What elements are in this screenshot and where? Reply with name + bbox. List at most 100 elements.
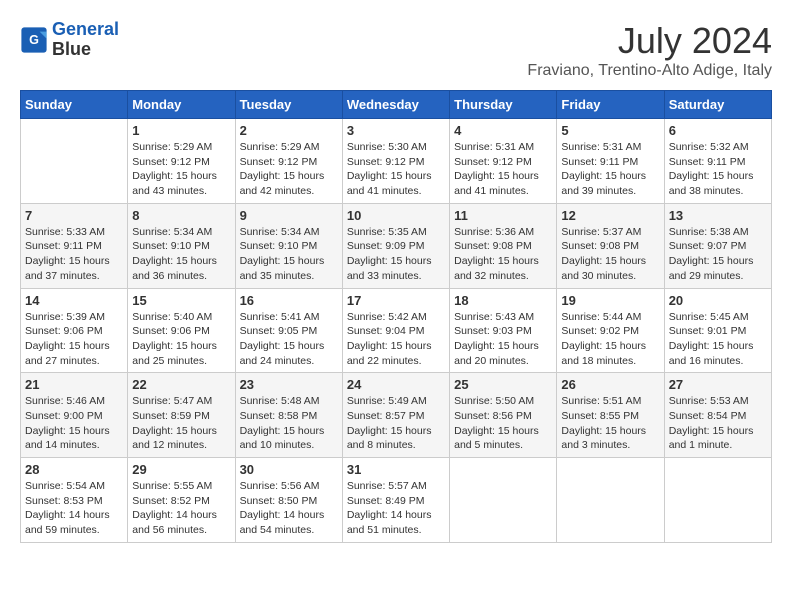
day-info: Sunrise: 5:56 AM Sunset: 8:50 PM Dayligh… xyxy=(240,479,338,538)
day-number: 27 xyxy=(669,377,767,392)
day-number: 3 xyxy=(347,123,445,138)
calendar-cell: 11 Sunrise: 5:36 AM Sunset: 9:08 PM Dayli… xyxy=(450,203,557,288)
calendar-cell: 30 Sunrise: 5:56 AM Sunset: 8:50 PM Dayli… xyxy=(235,458,342,543)
day-number: 1 xyxy=(132,123,230,138)
calendar-cell xyxy=(450,458,557,543)
day-number: 18 xyxy=(454,293,552,308)
weekday-header: Thursday xyxy=(450,91,557,119)
day-info: Sunrise: 5:42 AM Sunset: 9:04 PM Dayligh… xyxy=(347,310,445,369)
calendar-cell: 28Sunrise: 5:54 AM Sunset: 8:53 PM Dayli… xyxy=(21,458,128,543)
day-number: 17 xyxy=(347,293,445,308)
calendar-cell: 5 Sunrise: 5:31 AM Sunset: 9:11 PM Daylig… xyxy=(557,119,664,204)
day-info: Sunrise: 5:47 AM Sunset: 8:59 PM Dayligh… xyxy=(132,394,230,453)
day-info: Sunrise: 5:48 AM Sunset: 8:58 PM Dayligh… xyxy=(240,394,338,453)
page-header: G General Blue July 2024 Fraviano, Trent… xyxy=(20,20,772,80)
weekday-header: Friday xyxy=(557,91,664,119)
day-info: Sunrise: 5:55 AM Sunset: 8:52 PM Dayligh… xyxy=(132,479,230,538)
day-number: 23 xyxy=(240,377,338,392)
calendar-week-row: 1 Sunrise: 5:29 AM Sunset: 9:12 PM Daylig… xyxy=(21,119,772,204)
weekday-header: Tuesday xyxy=(235,91,342,119)
day-info: Sunrise: 5:46 AM Sunset: 9:00 PM Dayligh… xyxy=(25,394,123,453)
day-info: Sunrise: 5:40 AM Sunset: 9:06 PM Dayligh… xyxy=(132,310,230,369)
calendar-cell: 17 Sunrise: 5:42 AM Sunset: 9:04 PM Dayli… xyxy=(342,288,449,373)
day-number: 4 xyxy=(454,123,552,138)
calendar-cell: 31Sunrise: 5:57 AM Sunset: 8:49 PM Dayli… xyxy=(342,458,449,543)
weekday-header: Saturday xyxy=(664,91,771,119)
day-number: 26 xyxy=(561,377,659,392)
calendar-cell: 13Sunrise: 5:38 AM Sunset: 9:07 PM Dayli… xyxy=(664,203,771,288)
day-info: Sunrise: 5:34 AM Sunset: 9:10 PM Dayligh… xyxy=(240,225,338,284)
day-number: 20 xyxy=(669,293,767,308)
calendar-cell: 29 Sunrise: 5:55 AM Sunset: 8:52 PM Dayli… xyxy=(128,458,235,543)
day-number: 6 xyxy=(669,123,767,138)
calendar-cell: 6 Sunrise: 5:32 AM Sunset: 9:11 PM Daylig… xyxy=(664,119,771,204)
calendar-cell: 7 Sunrise: 5:33 AM Sunset: 9:11 PM Daylig… xyxy=(21,203,128,288)
day-info: Sunrise: 5:29 AM Sunset: 9:12 PM Dayligh… xyxy=(132,140,230,199)
calendar-cell: 9 Sunrise: 5:34 AM Sunset: 9:10 PM Daylig… xyxy=(235,203,342,288)
day-info: Sunrise: 5:41 AM Sunset: 9:05 PM Dayligh… xyxy=(240,310,338,369)
day-number: 29 xyxy=(132,462,230,477)
calendar-week-row: 28Sunrise: 5:54 AM Sunset: 8:53 PM Dayli… xyxy=(21,458,772,543)
day-info: Sunrise: 5:35 AM Sunset: 9:09 PM Dayligh… xyxy=(347,225,445,284)
calendar-cell: 10 Sunrise: 5:35 AM Sunset: 9:09 PM Dayli… xyxy=(342,203,449,288)
weekday-header: Sunday xyxy=(21,91,128,119)
day-info: Sunrise: 5:54 AM Sunset: 8:53 PM Dayligh… xyxy=(25,479,123,538)
title-area: July 2024 Fraviano, Trentino-Alto Adige,… xyxy=(527,20,772,80)
calendar-cell: 16 Sunrise: 5:41 AM Sunset: 9:05 PM Dayli… xyxy=(235,288,342,373)
day-number: 5 xyxy=(561,123,659,138)
day-number: 9 xyxy=(240,208,338,223)
day-number: 19 xyxy=(561,293,659,308)
calendar-cell: 19 Sunrise: 5:44 AM Sunset: 9:02 PM Dayli… xyxy=(557,288,664,373)
day-number: 30 xyxy=(240,462,338,477)
day-info: Sunrise: 5:44 AM Sunset: 9:02 PM Dayligh… xyxy=(561,310,659,369)
calendar-cell xyxy=(21,119,128,204)
day-info: Sunrise: 5:30 AM Sunset: 9:12 PM Dayligh… xyxy=(347,140,445,199)
day-number: 8 xyxy=(132,208,230,223)
logo-icon: G xyxy=(20,26,48,54)
day-info: Sunrise: 5:51 AM Sunset: 8:55 PM Dayligh… xyxy=(561,394,659,453)
calendar-cell xyxy=(557,458,664,543)
calendar-cell: 21 Sunrise: 5:46 AM Sunset: 9:00 PM Dayli… xyxy=(21,373,128,458)
calendar-cell: 25Sunrise: 5:50 AM Sunset: 8:56 PM Dayli… xyxy=(450,373,557,458)
calendar-cell: 24 Sunrise: 5:49 AM Sunset: 8:57 PM Dayli… xyxy=(342,373,449,458)
calendar-cell: 12 Sunrise: 5:37 AM Sunset: 9:08 PM Dayli… xyxy=(557,203,664,288)
calendar-cell: 26 Sunrise: 5:51 AM Sunset: 8:55 PM Dayli… xyxy=(557,373,664,458)
day-number: 24 xyxy=(347,377,445,392)
day-info: Sunrise: 5:34 AM Sunset: 9:10 PM Dayligh… xyxy=(132,225,230,284)
day-info: Sunrise: 5:50 AM Sunset: 8:56 PM Dayligh… xyxy=(454,394,552,453)
day-info: Sunrise: 5:31 AM Sunset: 9:11 PM Dayligh… xyxy=(561,140,659,199)
calendar-header-row: SundayMondayTuesdayWednesdayThursdayFrid… xyxy=(21,91,772,119)
day-number: 22 xyxy=(132,377,230,392)
day-info: Sunrise: 5:45 AM Sunset: 9:01 PM Dayligh… xyxy=(669,310,767,369)
day-info: Sunrise: 5:43 AM Sunset: 9:03 PM Dayligh… xyxy=(454,310,552,369)
calendar-cell: 1 Sunrise: 5:29 AM Sunset: 9:12 PM Daylig… xyxy=(128,119,235,204)
day-number: 7 xyxy=(25,208,123,223)
calendar-cell: 14Sunrise: 5:39 AM Sunset: 9:06 PM Dayli… xyxy=(21,288,128,373)
day-number: 10 xyxy=(347,208,445,223)
logo-text: General Blue xyxy=(52,20,119,60)
day-info: Sunrise: 5:29 AM Sunset: 9:12 PM Dayligh… xyxy=(240,140,338,199)
svg-text:G: G xyxy=(29,33,39,47)
calendar-cell: 2Sunrise: 5:29 AM Sunset: 9:12 PM Daylig… xyxy=(235,119,342,204)
calendar-cell: 4 Sunrise: 5:31 AM Sunset: 9:12 PM Daylig… xyxy=(450,119,557,204)
day-number: 31 xyxy=(347,462,445,477)
day-number: 13 xyxy=(669,208,767,223)
day-number: 12 xyxy=(561,208,659,223)
day-info: Sunrise: 5:37 AM Sunset: 9:08 PM Dayligh… xyxy=(561,225,659,284)
calendar-cell xyxy=(664,458,771,543)
day-info: Sunrise: 5:49 AM Sunset: 8:57 PM Dayligh… xyxy=(347,394,445,453)
day-number: 11 xyxy=(454,208,552,223)
calendar-cell: 27 Sunrise: 5:53 AM Sunset: 8:54 PM Dayli… xyxy=(664,373,771,458)
calendar-table: SundayMondayTuesdayWednesdayThursdayFrid… xyxy=(20,90,772,543)
day-info: Sunrise: 5:53 AM Sunset: 8:54 PM Dayligh… xyxy=(669,394,767,453)
calendar-cell: 18 Sunrise: 5:43 AM Sunset: 9:03 PM Dayli… xyxy=(450,288,557,373)
day-info: Sunrise: 5:39 AM Sunset: 9:06 PM Dayligh… xyxy=(25,310,123,369)
calendar-cell: 15Sunrise: 5:40 AM Sunset: 9:06 PM Dayli… xyxy=(128,288,235,373)
day-number: 16 xyxy=(240,293,338,308)
day-info: Sunrise: 5:36 AM Sunset: 9:08 PM Dayligh… xyxy=(454,225,552,284)
day-info: Sunrise: 5:32 AM Sunset: 9:11 PM Dayligh… xyxy=(669,140,767,199)
calendar-week-row: 14Sunrise: 5:39 AM Sunset: 9:06 PM Dayli… xyxy=(21,288,772,373)
day-info: Sunrise: 5:33 AM Sunset: 9:11 PM Dayligh… xyxy=(25,225,123,284)
day-info: Sunrise: 5:31 AM Sunset: 9:12 PM Dayligh… xyxy=(454,140,552,199)
day-number: 21 xyxy=(25,377,123,392)
